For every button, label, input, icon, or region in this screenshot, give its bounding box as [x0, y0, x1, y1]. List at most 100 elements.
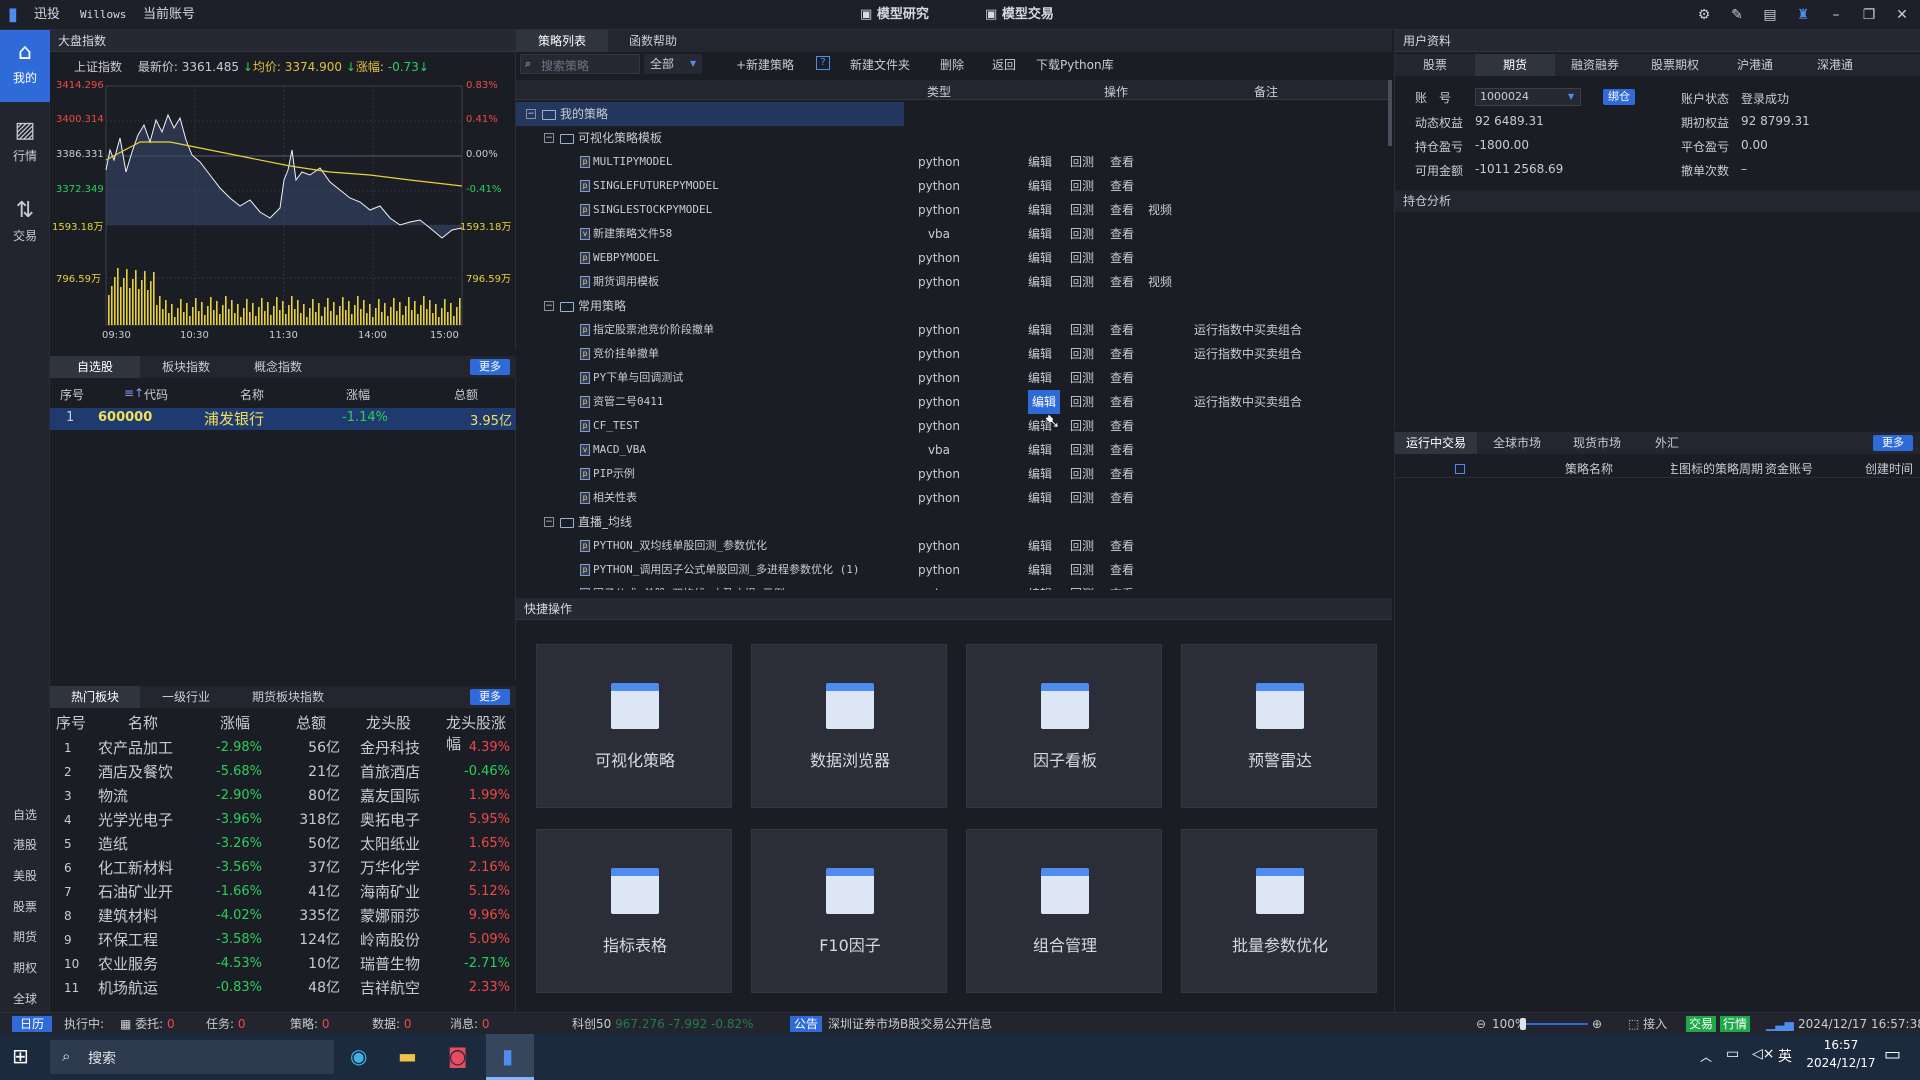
edit-button[interactable]: 编辑 [1028, 558, 1052, 582]
view-button[interactable]: 查看 [1110, 582, 1134, 590]
edit-button[interactable]: 编辑 [1028, 582, 1052, 590]
view-button[interactable]: 查看 [1110, 342, 1134, 366]
nav-options[interactable]: 期权 [0, 955, 50, 981]
strategy-folder[interactable]: − 我的策略 [516, 102, 904, 126]
strategy-file[interactable]: p 资管二号0411 python 编辑 回测 查看 运行指数中买卖组合 [516, 390, 1302, 414]
tab-watchlist[interactable]: 自选股 [50, 356, 140, 378]
network-icon[interactable]: ▭ [1726, 1046, 1739, 1062]
nav-trade[interactable]: ⇅ 交易 [0, 198, 50, 262]
backtest-button[interactable]: 回测 [1070, 582, 1094, 590]
quick-card[interactable]: 因子看板 [966, 644, 1162, 808]
layout-icon[interactable]: ▤ [1762, 7, 1778, 23]
sector-row[interactable]: 9 环保工程 -3.58% 124亿 岭南股份 5.09% [50, 928, 516, 952]
sort-icon[interactable]: ≡↑ [124, 386, 144, 400]
tab-sector-index[interactable]: 板块指数 [140, 356, 232, 378]
message-status[interactable]: 消息: 0 [450, 1013, 490, 1035]
calendar-button[interactable]: 日历 [12, 1016, 52, 1032]
notice-badge[interactable]: 公告 [790, 1016, 823, 1032]
minimize-icon[interactable]: – [1828, 7, 1844, 23]
nav-quote[interactable]: ▨ 行情 [0, 118, 50, 182]
quote-status-badge[interactable]: 行情 [1720, 1016, 1751, 1032]
user-name[interactable]: Willows [80, 0, 126, 30]
edit-button[interactable]: 编辑 [1028, 366, 1052, 390]
video-button[interactable]: 视频 [1148, 198, 1172, 222]
select-all-checkbox[interactable] [1455, 464, 1465, 474]
tab-strategy-list[interactable]: 策略列表 [516, 30, 608, 52]
ime-indicator[interactable]: 英 [1778, 1046, 1792, 1066]
strategy-search-input[interactable]: ⌕ 搜索策略 [520, 54, 640, 74]
clock-time[interactable]: 16:57 [1806, 1038, 1876, 1052]
running-more-button[interactable]: 更多 [1873, 435, 1913, 451]
camera-app-icon[interactable]: ◙ [448, 1044, 467, 1068]
help-icon[interactable]: ? [816, 56, 830, 70]
collapse-icon[interactable]: − [526, 109, 536, 119]
strategy-folder[interactable]: − 常用策略 [516, 294, 1228, 318]
entrust-status[interactable]: ▦ 委托: 0 [120, 1013, 175, 1035]
zoom-out-icon[interactable]: ⊖ [1476, 1013, 1486, 1035]
backtest-button[interactable]: 回测 [1070, 486, 1094, 510]
view-button[interactable]: 查看 [1110, 150, 1134, 174]
view-button[interactable]: 查看 [1110, 486, 1134, 510]
collapse-icon[interactable]: − [544, 133, 554, 143]
view-button[interactable]: 查看 [1110, 438, 1134, 462]
tab-running-trade[interactable]: 运行中交易 [1395, 432, 1477, 454]
strategy-file[interactable]: v MACD_VBA vba 编辑 回测 查看 [516, 438, 1228, 462]
strategy-folder[interactable]: − 可视化策略模板 [516, 126, 1228, 150]
nav-global[interactable]: 全球 [0, 986, 50, 1012]
watchlist-row[interactable]: 1 600000 浦发银行 -1.14% 3.95亿 [50, 408, 516, 430]
collapse-icon[interactable]: − [544, 517, 554, 527]
tab-hot-sector[interactable]: 热门板块 [50, 686, 140, 708]
backtest-button[interactable]: 回测 [1070, 534, 1094, 558]
tab-global-market[interactable]: 全球市场 [1477, 432, 1557, 454]
quick-card[interactable]: 批量参数优化 [1181, 829, 1377, 993]
delete-button[interactable]: 删除 [940, 56, 964, 73]
strategy-status[interactable]: 策略: 0 [290, 1013, 330, 1035]
nav-my[interactable]: ⌂ 我的 [0, 30, 50, 102]
edit-icon[interactable]: ✎ [1729, 7, 1745, 23]
zoom-in-icon[interactable]: ⊕ [1592, 1013, 1602, 1035]
strategy-file[interactable]: p SINGLEFUTUREPYMODEL python 编辑 回测 查看 [516, 174, 1228, 198]
edit-button[interactable]: 编辑 [1028, 462, 1052, 486]
connect-status[interactable]: ⬚ 接入 [1628, 1013, 1667, 1035]
user-tab[interactable]: 期货 [1475, 54, 1555, 76]
backtest-button[interactable]: 回测 [1070, 558, 1094, 582]
volume-icon[interactable]: ◁× [1752, 1046, 1775, 1062]
sector-row[interactable]: 7 石油矿业开 -1.66% 41亿 海南矿业 5.12% [50, 880, 516, 904]
edit-button[interactable]: 编辑 [1028, 198, 1052, 222]
quick-card[interactable]: 可视化策略 [536, 644, 732, 808]
strategy-folder[interactable]: − 直播_均线 [516, 510, 1228, 534]
backtest-button[interactable]: 回测 [1070, 462, 1094, 486]
view-button[interactable]: 查看 [1110, 198, 1134, 222]
backtest-button[interactable]: 回测 [1070, 222, 1094, 246]
strategy-file[interactable]: p MULTIPYMODEL python 编辑 回测 查看 [516, 150, 1228, 174]
edit-button[interactable]: 编辑 [1028, 150, 1052, 174]
back-button[interactable]: 返回 [992, 56, 1016, 73]
windows-start-icon[interactable]: ⊞ [12, 1044, 29, 1068]
strategy-file[interactable]: p 指定股票池竞价阶段撤单 python 编辑 回测 查看 运行指数中买卖组合 [516, 318, 1302, 342]
edit-button[interactable]: 编辑 [1028, 342, 1052, 366]
data-status[interactable]: 数据: 0 [372, 1013, 412, 1035]
tab-futures-sector[interactable]: 期货板块指数 [232, 686, 344, 708]
edit-button[interactable]: 编辑 [1028, 534, 1052, 558]
edit-button[interactable]: 编辑 [1028, 222, 1052, 246]
bind-button[interactable]: 绑仓 [1603, 89, 1635, 105]
backtest-button[interactable]: 回测 [1070, 270, 1094, 294]
edit-button[interactable]: 编辑 [1028, 270, 1052, 294]
tray-chevron-icon[interactable]: ︿ [1700, 1048, 1712, 1065]
tab-industry[interactable]: 一级行业 [140, 686, 232, 708]
backtest-button[interactable]: 回测 [1070, 342, 1094, 366]
tab-forex[interactable]: 外汇 [1637, 432, 1697, 454]
edge-browser-icon[interactable]: ◉ [350, 1044, 367, 1068]
sector-more-button[interactable]: 更多 [470, 689, 510, 705]
backtest-button[interactable]: 回测 [1070, 390, 1094, 414]
strategy-filter-select[interactable]: 全部 ▼ [644, 54, 702, 74]
app-taskbar-button[interactable]: ▮ [486, 1034, 534, 1080]
position-analysis-header[interactable]: 持仓分析 [1395, 190, 1920, 212]
user-tab[interactable]: 股票 [1395, 54, 1475, 76]
nav-hk[interactable]: 港股 [0, 832, 50, 858]
strategy-file[interactable]: p CF_TEST python 编辑 回测 查看 [516, 414, 1228, 438]
strategy-file[interactable]: p PYTHON_双均线单股回测_参数优化 python 编辑 回测 查看 [516, 534, 1228, 558]
quick-card[interactable]: F10因子 [751, 829, 947, 993]
strategy-file[interactable]: v因子公式_单股_双均线_止盈止损_示例vba编辑回测查看 [516, 582, 1228, 590]
new-strategy-button[interactable]: +新建策略 [736, 56, 794, 73]
